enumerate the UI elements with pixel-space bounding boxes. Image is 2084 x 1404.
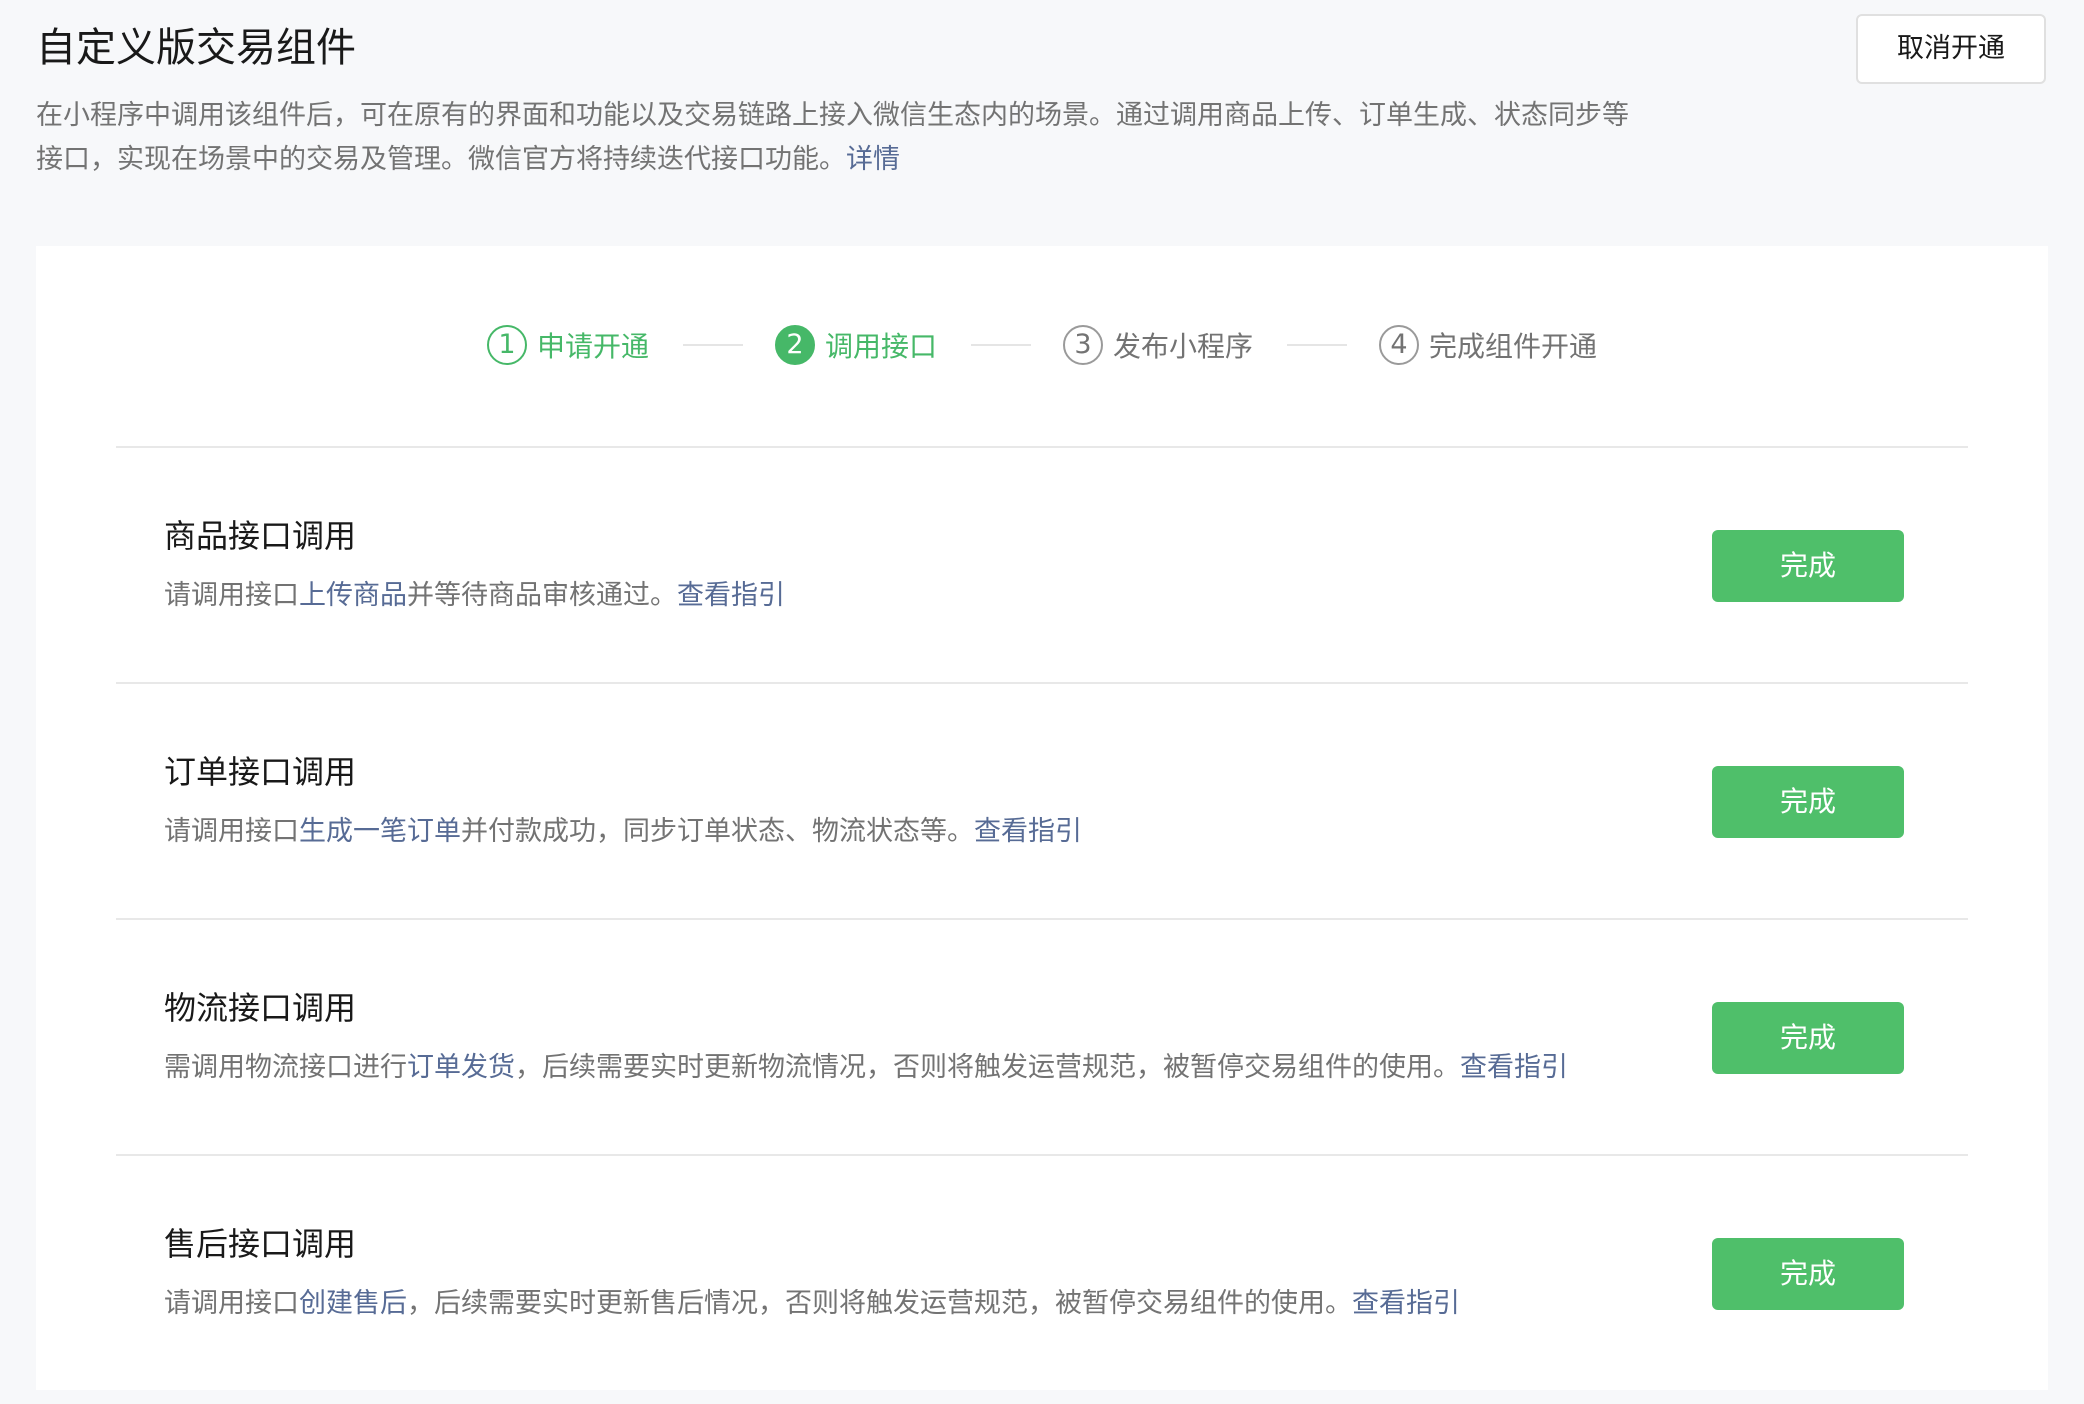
- upload-product-link[interactable]: 上传商品: [299, 580, 407, 611]
- desc-text: 请调用接口: [164, 816, 299, 847]
- section-title: 订单接口调用: [164, 753, 357, 791]
- desc-text: ，后续需要实时更新售后情况，否则将触发运营规范，被暂停交易组件的使用。: [407, 1288, 1352, 1319]
- description-text-line-2: 接口，实现在场景中的交易及管理。微信官方将持续迭代接口功能。: [36, 144, 846, 175]
- step-number-4: 4: [1379, 325, 1419, 365]
- create-order-link[interactable]: 生成一笔订单: [299, 816, 461, 847]
- section-product-api: 商品接口调用 请调用接口上传商品并等待商品审核通过。查看指引 完成: [116, 446, 1968, 682]
- desc-text: 并付款成功，同步订单状态、物流状态等。: [461, 816, 974, 847]
- create-aftersale-link[interactable]: 创建售后: [299, 1288, 407, 1319]
- desc-text: ，后续需要实时更新物流情况，否则将触发运营规范，被暂停交易组件的使用。: [515, 1052, 1460, 1083]
- complete-button[interactable]: 完成: [1712, 766, 1904, 838]
- section-description: 请调用接口创建售后，后续需要实时更新售后情况，否则将触发运营规范，被暂停交易组件…: [164, 1284, 1460, 1324]
- step-number-1: 1: [487, 325, 527, 365]
- description-text-line-1: 在小程序中调用该组件后，可在原有的界面和功能以及交易链路上接入微信生态内的场景。…: [36, 100, 1629, 131]
- section-title: 物流接口调用: [164, 989, 357, 1027]
- section-aftersale-api: 售后接口调用 请调用接口创建售后，后续需要实时更新售后情况，否则将触发运营规范，…: [116, 1154, 1968, 1390]
- step-publish: 3 发布小程序: [1063, 322, 1253, 368]
- page-title: 自定义版交易组件: [36, 25, 356, 71]
- complete-button[interactable]: 完成: [1712, 1002, 1904, 1074]
- desc-text: 并等待商品审核通过。: [407, 580, 677, 611]
- step-connector: [1287, 344, 1347, 346]
- step-label-publish: 发布小程序: [1113, 330, 1254, 363]
- section-description: 请调用接口生成一笔订单并付款成功，同步订单状态、物流状态等。查看指引: [164, 812, 1082, 852]
- section-logistics-api: 物流接口调用 需调用物流接口进行订单发货，后续需要实时更新物流情况，否则将触发运…: [116, 918, 1968, 1154]
- complete-button[interactable]: 完成: [1712, 530, 1904, 602]
- step-connector: [971, 344, 1031, 346]
- step-complete: 4 完成组件开通: [1379, 322, 1597, 368]
- page-description: 在小程序中调用该组件后，可在原有的界面和功能以及交易链路上接入微信生态内的场景。…: [36, 94, 1736, 182]
- step-apply: 1 申请开通: [487, 322, 649, 368]
- desc-text: 请调用接口: [164, 1288, 299, 1319]
- details-link[interactable]: 详情: [846, 144, 900, 175]
- step-connector: [683, 344, 743, 346]
- complete-button[interactable]: 完成: [1712, 1238, 1904, 1310]
- step-call-api: 2 调用接口: [775, 322, 937, 368]
- view-guide-link[interactable]: 查看指引: [1352, 1288, 1460, 1319]
- step-label-call-api: 调用接口: [825, 330, 938, 363]
- view-guide-link[interactable]: 查看指引: [974, 816, 1082, 847]
- step-number-2: 2: [775, 325, 815, 365]
- step-label-complete: 完成组件开通: [1429, 330, 1598, 363]
- section-order-api: 订单接口调用 请调用接口生成一笔订单并付款成功，同步订单状态、物流状态等。查看指…: [116, 682, 1968, 918]
- order-shipping-link[interactable]: 订单发货: [407, 1052, 515, 1083]
- cancel-activation-button[interactable]: 取消开通: [1856, 14, 2046, 84]
- section-description: 需调用物流接口进行订单发货，后续需要实时更新物流情况，否则将触发运营规范，被暂停…: [164, 1048, 1568, 1088]
- view-guide-link[interactable]: 查看指引: [677, 580, 785, 611]
- progress-steps: 1 申请开通 2 调用接口 3 发布小程序 4 完成组件开通: [36, 322, 2048, 368]
- view-guide-link[interactable]: 查看指引: [1460, 1052, 1568, 1083]
- section-title: 商品接口调用: [164, 517, 357, 555]
- section-title: 售后接口调用: [164, 1225, 357, 1263]
- step-label-apply: 申请开通: [537, 330, 650, 363]
- desc-text: 请调用接口: [164, 580, 299, 611]
- section-description: 请调用接口上传商品并等待商品审核通过。查看指引: [164, 576, 785, 616]
- step-number-3: 3: [1063, 325, 1103, 365]
- desc-text: 需调用物流接口进行: [164, 1052, 407, 1083]
- setup-card: 1 申请开通 2 调用接口 3 发布小程序 4 完成组件开通 商品接口调用 请调…: [36, 246, 2048, 1390]
